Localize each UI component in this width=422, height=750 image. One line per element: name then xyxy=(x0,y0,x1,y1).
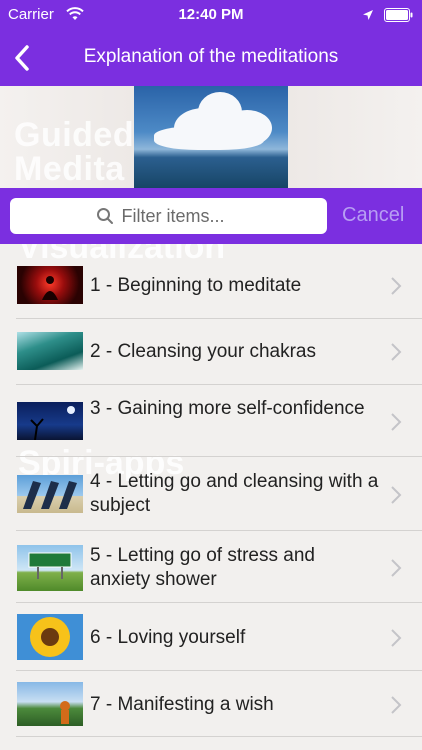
chevron-right-icon xyxy=(391,696,402,714)
page-title: Explanation of the meditations xyxy=(83,46,339,67)
list-item-label: 3 - Gaining more self-confidence xyxy=(90,398,365,419)
list-item[interactable]: 7 - Manifesting a wish xyxy=(0,671,422,737)
cancel-button[interactable]: Cancel xyxy=(342,204,404,227)
hero-background-text: Medita xyxy=(14,150,125,188)
navigation-bar: Explanation of the meditations xyxy=(0,30,422,86)
status-time: 12:40 PM xyxy=(178,6,244,23)
chevron-right-icon xyxy=(391,486,402,504)
chevron-right-icon xyxy=(391,629,402,647)
search-field[interactable] xyxy=(10,198,327,234)
list-item-label: 6 - Loving yourself xyxy=(90,627,246,648)
list-item-label: 5 - Letting go of stress and anxiety sho… xyxy=(90,545,315,590)
meditation-thumbnail xyxy=(17,475,83,513)
search-icon xyxy=(96,208,113,224)
meditation-thumbnail xyxy=(17,682,83,726)
status-bar: Carrier 12:40 PM xyxy=(0,0,422,30)
search-bar: Cancel xyxy=(0,188,422,244)
battery-icon xyxy=(384,8,413,22)
meditation-list: Visualization Spiri-apps 1 - Beginning t… xyxy=(0,244,422,750)
meditation-thumbnail xyxy=(17,332,83,370)
list-item[interactable]: 4 - Letting go and cleansing with a subj… xyxy=(0,457,422,531)
list-item[interactable]: 3 - Gaining more self-confidence xyxy=(0,385,422,457)
meditation-thumbnail xyxy=(17,545,83,591)
top-bar: Carrier 12:40 PM Explanation of the medi… xyxy=(0,0,422,86)
chevron-right-icon xyxy=(391,559,402,577)
hero-background-text: Guided xyxy=(14,116,135,154)
list-item[interactable]: 1 - Beginning to meditate xyxy=(0,253,422,319)
list-item[interactable]: 5 - Letting go of stress and anxiety sho… xyxy=(0,531,422,603)
list-item[interactable]: 2 - Cleansing your chakras xyxy=(0,319,422,385)
hero-image xyxy=(134,86,288,188)
chevron-right-icon xyxy=(391,413,402,431)
meditation-thumbnail xyxy=(17,266,83,304)
chevron-right-icon xyxy=(391,277,402,295)
chevron-right-icon xyxy=(391,343,402,361)
location-icon xyxy=(363,10,373,20)
list-item-label: 7 - Manifesting a wish xyxy=(90,694,274,715)
list-item-label: 4 - Letting go and cleansing with a subj… xyxy=(90,471,379,516)
hero-banner: Guided Medita xyxy=(0,86,422,188)
list-item-label: 1 - Beginning to meditate xyxy=(90,275,302,296)
list-item-label: 2 - Cleansing your chakras xyxy=(90,341,316,362)
meditation-thumbnail xyxy=(17,614,83,660)
list-item[interactable]: 6 - Loving yourself xyxy=(0,603,422,671)
meditation-thumbnail xyxy=(17,402,83,440)
search-input[interactable] xyxy=(121,205,242,227)
